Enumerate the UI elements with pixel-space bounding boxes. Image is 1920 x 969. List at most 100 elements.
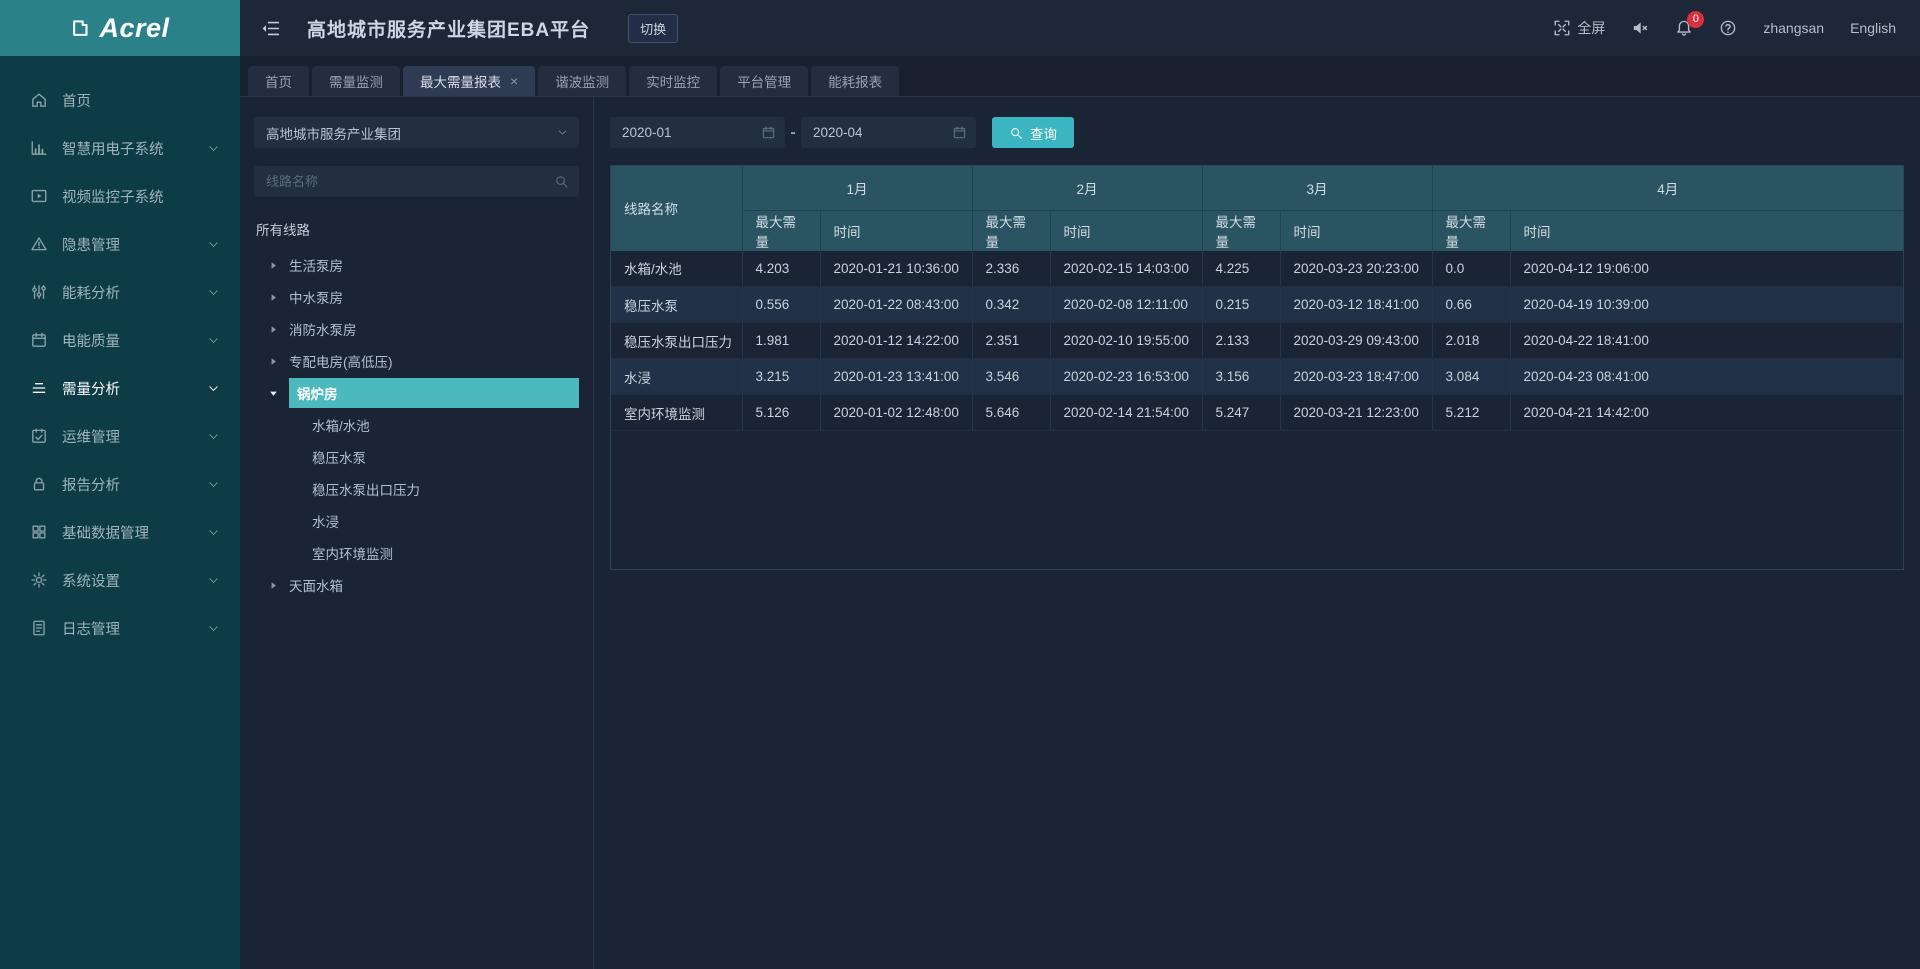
query-button[interactable]: 查询 bbox=[992, 117, 1074, 148]
search-input[interactable] bbox=[266, 174, 554, 189]
tab-0[interactable]: 首页 bbox=[248, 66, 309, 96]
chevron-down-icon bbox=[207, 142, 220, 155]
tree-node-2[interactable]: 消防水泵房 bbox=[254, 313, 579, 345]
fullscreen-button[interactable]: 全屏 bbox=[1553, 18, 1605, 38]
top-header: Acrel 高地城市服务产业集团EBA平台 切换 全屏 0 bbox=[0, 0, 1920, 56]
max-demand-table: 线路名称1月2月3月4月最大需量时间最大需量时间最大需量时间最大需量时间 水箱/… bbox=[611, 166, 1903, 431]
query-button-label: 查询 bbox=[1030, 123, 1057, 143]
tab-1[interactable]: 需量监测 bbox=[312, 66, 400, 96]
column-header-time: 时间 bbox=[1510, 210, 1903, 251]
sidebar-item-8[interactable]: 报告分析 bbox=[0, 460, 240, 508]
tree-node-6[interactable]: 稳压水泵 bbox=[254, 441, 579, 473]
tree-node-10[interactable]: 天面水箱 bbox=[254, 569, 579, 601]
tree-root-node[interactable]: 所有线路 bbox=[254, 213, 579, 249]
org-selector[interactable]: 高地城市服务产业集团 bbox=[254, 117, 579, 148]
sidebar-collapse-icon[interactable] bbox=[260, 18, 281, 39]
cell-max-demand: 0.215 bbox=[1202, 287, 1280, 323]
sidebar-item-6[interactable]: 需量分析 bbox=[0, 364, 240, 412]
caret-right-icon[interactable] bbox=[268, 356, 282, 367]
sidebar-item-2[interactable]: 视频监控子系统 bbox=[0, 172, 240, 220]
fullscreen-icon bbox=[1553, 19, 1571, 37]
tree-node-7[interactable]: 稳压水泵出口压力 bbox=[254, 473, 579, 505]
app-root: Acrel 高地城市服务产业集团EBA平台 切换 全屏 0 bbox=[0, 0, 1920, 969]
topbar-main: 高地城市服务产业集团EBA平台 切换 全屏 0 zhangsan En bbox=[240, 0, 1920, 56]
chevron-down-icon bbox=[207, 334, 220, 347]
settings-gear-icon bbox=[30, 571, 48, 589]
caret-right-icon[interactable] bbox=[268, 260, 282, 271]
log-document-icon bbox=[30, 619, 48, 637]
mute-button[interactable] bbox=[1631, 19, 1649, 37]
close-icon[interactable]: × bbox=[510, 74, 518, 88]
sidebar-item-10[interactable]: 系统设置 bbox=[0, 556, 240, 604]
tree-node-9[interactable]: 室内环境监测 bbox=[254, 537, 579, 569]
video-monitor-icon bbox=[30, 187, 48, 205]
tab-label: 谐波监测 bbox=[555, 71, 609, 91]
cell-time: 2020-01-02 12:48:00 bbox=[820, 395, 972, 431]
tab-2[interactable]: 最大需量报表× bbox=[403, 66, 535, 96]
cell-max-demand: 2.336 bbox=[972, 251, 1050, 287]
help-button[interactable] bbox=[1719, 19, 1737, 37]
cell-line-name: 水箱/水池 bbox=[611, 251, 742, 287]
end-month-picker[interactable]: 2020-04 bbox=[801, 117, 976, 148]
chevron-down-icon bbox=[207, 478, 220, 491]
cell-time: 2020-01-22 08:43:00 bbox=[820, 287, 972, 323]
fullscreen-label: 全屏 bbox=[1577, 18, 1605, 38]
tree-node-3[interactable]: 专配电房(高低压) bbox=[254, 345, 579, 377]
cell-max-demand: 2.133 bbox=[1202, 323, 1280, 359]
tab-5[interactable]: 平台管理 bbox=[720, 66, 808, 96]
sidebar-item-4[interactable]: 能耗分析 bbox=[0, 268, 240, 316]
tree-node-5[interactable]: 水箱/水池 bbox=[254, 409, 579, 441]
chevron-down-icon bbox=[207, 286, 220, 299]
tree-node-0[interactable]: 生活泵房 bbox=[254, 249, 579, 281]
base-data-grid-icon bbox=[30, 523, 48, 541]
language-switch[interactable]: English bbox=[1850, 20, 1896, 36]
caret-right-icon[interactable] bbox=[268, 580, 282, 591]
cell-time: 2020-02-10 19:55:00 bbox=[1050, 323, 1202, 359]
caret-right-icon[interactable] bbox=[268, 324, 282, 335]
sidebar-item-7[interactable]: 运维管理 bbox=[0, 412, 240, 460]
caret-down-icon[interactable] bbox=[268, 388, 282, 399]
search-icon bbox=[1009, 126, 1023, 140]
sidebar-item-3[interactable]: 隐患管理 bbox=[0, 220, 240, 268]
cell-time: 2020-03-21 12:23:00 bbox=[1280, 395, 1432, 431]
tab-label: 平台管理 bbox=[737, 71, 791, 91]
column-header-max-demand: 最大需量 bbox=[972, 210, 1050, 251]
tree-node-1[interactable]: 中水泵房 bbox=[254, 281, 579, 313]
table-row: 稳压水泵0.5562020-01-22 08:43:000.3422020-02… bbox=[611, 287, 1903, 323]
app-body: 首页智慧用电子系统视频监控子系统隐患管理能耗分析电能质量需量分析运维管理报告分析… bbox=[0, 56, 1920, 969]
column-header-month: 4月 bbox=[1432, 166, 1903, 210]
org-selector-value: 高地城市服务产业集团 bbox=[266, 123, 401, 143]
cell-time: 2020-03-12 18:41:00 bbox=[1280, 287, 1432, 323]
sidebar-item-label: 需量分析 bbox=[62, 378, 120, 399]
sidebar-item-11[interactable]: 日志管理 bbox=[0, 604, 240, 652]
caret-right-icon[interactable] bbox=[268, 292, 282, 303]
report-lock-icon bbox=[30, 475, 48, 493]
table-row: 水箱/水池4.2032020-01-21 10:36:002.3362020-0… bbox=[611, 251, 1903, 287]
sidebar-item-9[interactable]: 基础数据管理 bbox=[0, 508, 240, 556]
tree-node-8[interactable]: 水浸 bbox=[254, 505, 579, 537]
sidebar-item-1[interactable]: 智慧用电子系统 bbox=[0, 124, 240, 172]
calendar-icon bbox=[761, 125, 776, 140]
tab-6[interactable]: 能耗报表 bbox=[811, 66, 899, 96]
sidebar-item-0[interactable]: 首页 bbox=[0, 76, 240, 124]
notifications-button[interactable]: 0 bbox=[1675, 19, 1693, 37]
search-icon[interactable] bbox=[554, 174, 569, 189]
tree-node-4[interactable]: 锅炉房 bbox=[254, 377, 579, 409]
brand-logo: Acrel bbox=[0, 0, 240, 56]
hazard-warning-icon bbox=[30, 235, 48, 253]
user-menu[interactable]: zhangsan bbox=[1763, 20, 1824, 36]
cell-max-demand: 3.215 bbox=[742, 359, 820, 395]
chevron-down-icon bbox=[556, 126, 569, 139]
tab-3[interactable]: 谐波监测 bbox=[538, 66, 626, 96]
cell-time: 2020-03-23 20:23:00 bbox=[1280, 251, 1432, 287]
start-month-picker[interactable]: 2020-01 bbox=[610, 117, 785, 148]
switch-button[interactable]: 切换 bbox=[628, 14, 678, 43]
notification-badge: 0 bbox=[1687, 11, 1704, 28]
table-header: 线路名称1月2月3月4月最大需量时间最大需量时间最大需量时间最大需量时间 bbox=[611, 166, 1903, 251]
calendar-icon bbox=[952, 125, 967, 140]
sidebar-item-5[interactable]: 电能质量 bbox=[0, 316, 240, 364]
demand-list-icon bbox=[30, 379, 48, 397]
tab-4[interactable]: 实时监控 bbox=[629, 66, 717, 96]
tree-node-label: 水浸 bbox=[312, 511, 339, 531]
chevron-down-icon bbox=[207, 430, 220, 443]
